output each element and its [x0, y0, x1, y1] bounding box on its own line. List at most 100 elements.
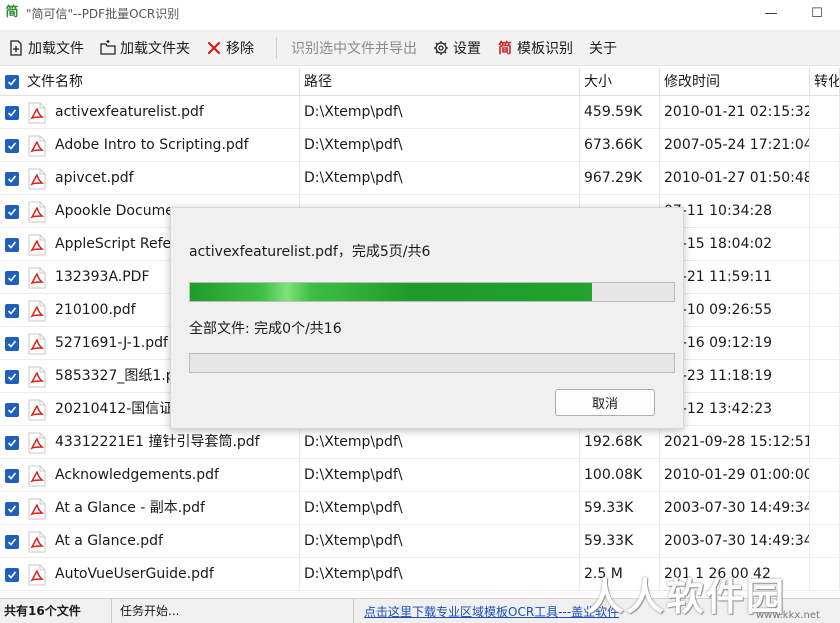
about-button[interactable]: 关于	[581, 34, 625, 62]
progress-dialog: activexfeaturelist.pdf，完成5页/共6 全部文件: 完成0…	[170, 207, 684, 429]
load-file-button[interactable]: 加载文件	[0, 34, 92, 62]
file-size: 59.33K	[580, 525, 660, 558]
file-convert	[810, 426, 840, 459]
settings-button[interactable]: 设置	[425, 34, 489, 62]
file-name: 43312221E1 撞针引导套筒.pdf	[55, 434, 260, 450]
file-name: Acknowledgements.pdf	[55, 467, 219, 483]
file-name: At a Glance - 副本.pdf	[55, 500, 205, 516]
file-size: 100.08K	[580, 459, 660, 492]
file-name-cell: AutoVueUserGuide.pdf	[0, 558, 300, 591]
row-checkbox[interactable]	[5, 171, 19, 186]
pdf-file-icon	[28, 234, 46, 255]
remove-button[interactable]: 移除	[198, 34, 262, 62]
file-modified: 2010-01-21 02:15:32	[660, 96, 810, 129]
pdf-file-icon	[28, 201, 46, 222]
pdf-file-icon	[28, 498, 46, 519]
file-convert	[810, 96, 840, 129]
row-checkbox[interactable]	[5, 138, 19, 153]
gear-icon	[433, 40, 449, 56]
folder-add-icon	[100, 39, 116, 56]
download-link[interactable]: 点击这里下载专业区域模板OCR工具---盖业软件	[354, 603, 619, 620]
row-checkbox[interactable]	[5, 336, 19, 351]
file-size: 967.29K	[580, 162, 660, 195]
table-row[interactable]: At a Glance - 副本.pdf D:\Xtemp\pdf\ 59.33K 2…	[0, 492, 840, 525]
file-path: D:\Xtemp\pdf\	[300, 459, 580, 492]
close-x-icon	[206, 40, 222, 56]
column-header-size[interactable]: 大小	[580, 68, 660, 96]
file-path: D:\Xtemp\pdf\	[300, 492, 580, 525]
table-row[interactable]: 43312221E1 撞针引导套筒.pdf D:\Xtemp\pdf\ 192.68…	[0, 426, 840, 459]
row-checkbox[interactable]	[5, 567, 19, 582]
file-name-cell: Acknowledgements.pdf	[0, 459, 300, 492]
cancel-button[interactable]: 取消	[555, 389, 655, 416]
file-path: D:\Xtemp\pdf\	[300, 129, 580, 162]
title-bar: 简 "简可信"--PDF批量OCR识别 — ☐	[0, 0, 840, 26]
overall-progress-bar	[189, 353, 675, 373]
template-recognize-button[interactable]: 简 模板识别	[489, 34, 581, 62]
pdf-file-icon	[28, 267, 46, 288]
watermark-url: www.kkx.net	[756, 610, 820, 621]
maximize-button[interactable]: ☐	[794, 0, 840, 26]
file-name-cell: At a Glance.pdf	[0, 525, 300, 558]
row-checkbox[interactable]	[5, 501, 19, 516]
toolbar-divider	[276, 36, 277, 59]
recognize-export-button[interactable]: 识别选中文件并导出	[283, 34, 425, 62]
file-name-cell: apivcet.pdf	[0, 162, 300, 195]
file-convert	[810, 294, 840, 327]
pdf-file-icon	[28, 465, 46, 486]
remove-label: 移除	[226, 40, 254, 57]
pdf-file-icon	[28, 300, 46, 321]
load-folder-button[interactable]: 加载文件夹	[92, 34, 198, 62]
row-checkbox[interactable]	[5, 435, 19, 450]
file-convert	[810, 492, 840, 525]
pdf-file-icon	[28, 366, 46, 387]
row-checkbox[interactable]	[5, 237, 19, 252]
row-checkbox[interactable]	[5, 369, 19, 384]
row-checkbox[interactable]	[5, 204, 19, 219]
file-name: At a Glance.pdf	[55, 533, 163, 549]
column-header-path[interactable]: 路径	[300, 68, 580, 96]
minimize-button[interactable]: —	[748, 0, 794, 26]
load-folder-label: 加载文件夹	[120, 40, 190, 57]
load-file-label: 加载文件	[28, 40, 84, 57]
pdf-file-icon	[28, 432, 46, 453]
table-row[interactable]: activexfeaturelist.pdf D:\Xtemp\pdf\ 459.5…	[0, 96, 840, 129]
file-convert	[810, 327, 840, 360]
recognize-export-label: 识别选中文件并导出	[291, 40, 417, 57]
file-convert	[810, 459, 840, 492]
row-checkbox[interactable]	[5, 303, 19, 318]
file-name: activexfeaturelist.pdf	[55, 104, 204, 120]
row-checkbox[interactable]	[5, 270, 19, 285]
row-checkbox[interactable]	[5, 402, 19, 417]
table-row[interactable]: apivcet.pdf D:\Xtemp\pdf\ 967.29K 2010-01-2…	[0, 162, 840, 195]
row-checkbox[interactable]	[5, 105, 19, 120]
row-checkbox[interactable]	[5, 468, 19, 483]
row-checkbox[interactable]	[5, 534, 19, 549]
template-recognize-label: 模板识别	[517, 40, 573, 57]
toolbar: 加载文件 加载文件夹 移除 识别选中文件并导出 设置 简 模板识别 关于	[0, 30, 840, 66]
file-name: apivcet.pdf	[55, 170, 134, 186]
column-header-name[interactable]: 文件名称	[0, 68, 300, 96]
file-name: 5271691-J-1.pdf	[55, 335, 168, 351]
table-row[interactable]: At a Glance.pdf D:\Xtemp\pdf\ 59.33K 2003-0…	[0, 525, 840, 558]
table-row[interactable]: Acknowledgements.pdf D:\Xtemp\pdf\ 100.08K…	[0, 459, 840, 492]
file-modified: 2003-07-30 14:49:34	[660, 492, 810, 525]
file-name: 132393A.PDF	[55, 269, 150, 285]
file-modified: 2007-05-24 17:21:04	[660, 129, 810, 162]
select-all-checkbox[interactable]	[5, 75, 19, 89]
maximize-icon: ☐	[811, 5, 823, 21]
pdf-file-icon	[28, 102, 46, 123]
overall-status: 全部文件: 完成0个/共16	[189, 321, 342, 337]
file-path: D:\Xtemp\pdf\	[300, 525, 580, 558]
column-header-convert[interactable]: 转化	[810, 68, 840, 96]
table-row[interactable]: Adobe Intro to Scripting.pdf D:\Xtemp\pdf…	[0, 129, 840, 162]
file-convert	[810, 525, 840, 558]
file-size: 673.66K	[580, 129, 660, 162]
file-convert	[810, 162, 840, 195]
file-path: D:\Xtemp\pdf\	[300, 426, 580, 459]
file-name: Adobe Intro to Scripting.pdf	[55, 137, 249, 153]
pdf-file-icon	[28, 399, 46, 420]
file-path: D:\Xtemp\pdf\	[300, 558, 580, 591]
column-header-modified[interactable]: 修改时间	[660, 68, 810, 96]
file-modified: 2021-09-28 15:12:51	[660, 426, 810, 459]
